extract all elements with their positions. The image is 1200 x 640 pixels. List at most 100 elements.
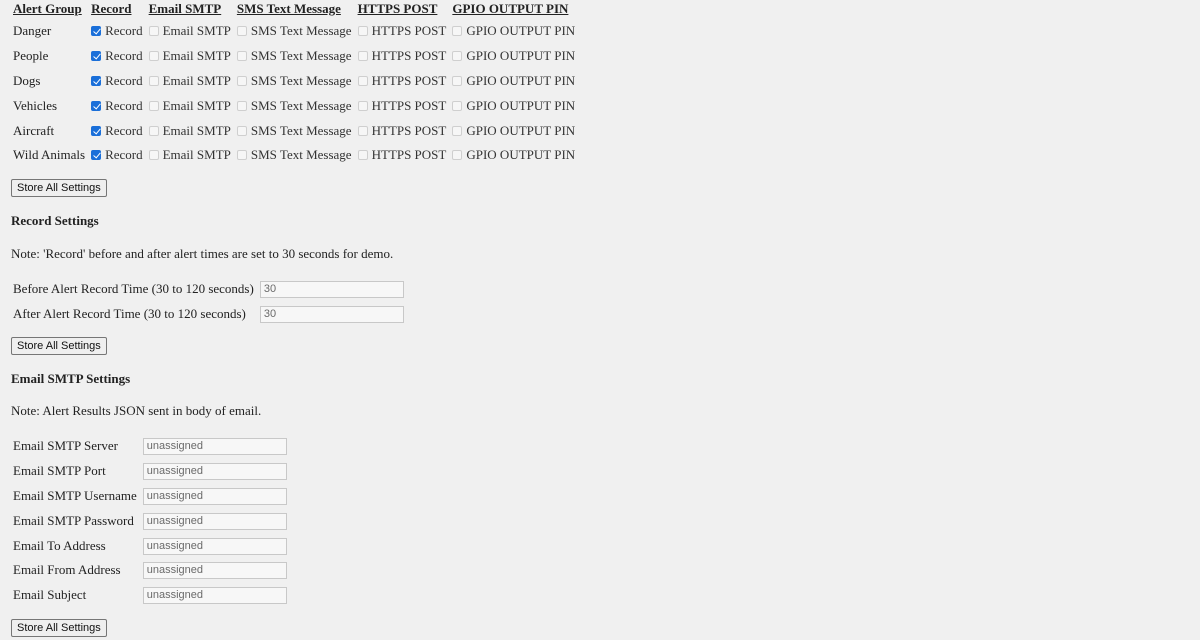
- gpio-checkbox[interactable]: [452, 75, 463, 86]
- email-smtp-label: Email SMTP: [162, 122, 231, 138]
- https-post-label: HTTPS POST: [371, 72, 447, 88]
- https-post-checkbox[interactable]: [357, 150, 368, 161]
- alert-groups-section: Alert Group Record Email SMTP SMS Text M…: [10, 0, 578, 168]
- email-smtp-settings-title: Email SMTP Settings: [11, 371, 131, 386]
- record-label: Record: [105, 147, 143, 163]
- after-alert-record-time-label: After Alert Record Time (30 to 120 secon…: [13, 306, 246, 322]
- https-post-checkbox[interactable]: [357, 75, 368, 86]
- form-row: Email SMTP Server unassigned: [10, 434, 290, 459]
- sms-checkbox[interactable]: [236, 75, 247, 86]
- email-smtp-label: Email SMTP: [162, 147, 231, 163]
- store-settings-row: Store All Settings: [11, 179, 107, 197]
- email-smtp-username-label: Email SMTP Username: [13, 487, 137, 503]
- alert-row: Wild Animals Record Email SMTP SMS Text …: [10, 143, 578, 168]
- email-smtp-checkbox[interactable]: [148, 75, 159, 86]
- store-all-settings-button[interactable]: Store All Settings: [11, 337, 107, 355]
- https-post-checkbox[interactable]: [357, 100, 368, 111]
- header-sms-text-message: SMS Text Message: [236, 1, 341, 16]
- header-https-post: HTTPS POST: [357, 1, 438, 16]
- https-post-checkbox[interactable]: [357, 125, 368, 136]
- store-all-settings-button[interactable]: Store All Settings: [11, 179, 107, 197]
- email-smtp-label: Email SMTP: [162, 23, 231, 39]
- record-checkbox[interactable]: [91, 51, 102, 62]
- email-from-address-input[interactable]: unassigned: [142, 562, 287, 580]
- gpio-checkbox[interactable]: [452, 150, 463, 161]
- sms-label: SMS Text Message: [250, 72, 352, 88]
- alert-group-name: Danger: [13, 23, 52, 39]
- form-row: Email SMTP Port unassigned: [10, 459, 290, 484]
- before-alert-record-time-label: Before Alert Record Time (30 to 120 seco…: [13, 281, 254, 297]
- https-post-label: HTTPS POST: [371, 97, 447, 113]
- before-alert-record-time-input[interactable]: 30: [259, 281, 404, 299]
- email-smtp-settings-form: Email SMTP Server unassigned Email SMTP …: [10, 434, 290, 608]
- email-smtp-server-label: Email SMTP Server: [13, 438, 118, 454]
- gpio-label: GPIO OUTPUT PIN: [466, 48, 576, 64]
- store-all-settings-button[interactable]: Store All Settings: [11, 619, 107, 637]
- email-subject-input[interactable]: unassigned: [142, 587, 287, 605]
- store-settings-row: Store All Settings: [11, 337, 107, 355]
- record-label: Record: [105, 97, 143, 113]
- record-checkbox[interactable]: [91, 75, 102, 86]
- sms-checkbox[interactable]: [236, 26, 247, 37]
- alert-group-name: Dogs: [13, 72, 41, 88]
- https-post-label: HTTPS POST: [371, 147, 447, 163]
- sms-checkbox[interactable]: [236, 100, 247, 111]
- form-row: Before Alert Record Time (30 to 120 seco…: [10, 277, 407, 302]
- alert-groups-table: Alert Group Record Email SMTP SMS Text M…: [10, 0, 578, 168]
- email-smtp-port-input[interactable]: unassigned: [142, 463, 287, 481]
- alert-group-name: People: [13, 48, 49, 64]
- alert-row: Vehicles Record Email SMTP SMS Text Mess…: [10, 93, 578, 118]
- email-smtp-checkbox[interactable]: [148, 26, 159, 37]
- email-smtp-server-input[interactable]: unassigned: [142, 438, 287, 456]
- sms-checkbox[interactable]: [236, 51, 247, 62]
- gpio-checkbox[interactable]: [452, 26, 463, 37]
- gpio-label: GPIO OUTPUT PIN: [466, 72, 576, 88]
- https-post-label: HTTPS POST: [371, 48, 447, 64]
- after-alert-record-time-input[interactable]: 30: [259, 306, 404, 324]
- alert-group-name: Wild Animals: [13, 147, 86, 163]
- email-from-address-label: Email From Address: [13, 562, 121, 578]
- gpio-checkbox[interactable]: [452, 51, 463, 62]
- email-smtp-checkbox[interactable]: [148, 100, 159, 111]
- record-checkbox[interactable]: [91, 26, 102, 37]
- record-label: Record: [105, 23, 143, 39]
- record-checkbox[interactable]: [91, 100, 102, 111]
- alert-table-header: Alert Group Record Email SMTP SMS Text M…: [10, 0, 578, 19]
- email-smtp-username-input[interactable]: unassigned: [142, 487, 287, 505]
- sms-checkbox[interactable]: [236, 125, 247, 136]
- email-smtp-settings-note: Note: Alert Results JSON sent in body of…: [11, 403, 262, 418]
- form-row: Email Subject unassigned: [10, 583, 290, 608]
- https-post-label: HTTPS POST: [371, 122, 447, 138]
- store-settings-row: Store All Settings: [11, 619, 107, 637]
- alert-group-name: Vehicles: [13, 97, 58, 113]
- email-smtp-checkbox[interactable]: [148, 150, 159, 161]
- email-smtp-port-label: Email SMTP Port: [13, 463, 106, 479]
- record-checkbox[interactable]: [91, 125, 102, 136]
- sms-checkbox[interactable]: [236, 150, 247, 161]
- gpio-checkbox[interactable]: [452, 125, 463, 136]
- https-post-checkbox[interactable]: [357, 26, 368, 37]
- record-checkbox[interactable]: [91, 150, 102, 161]
- header-alert-group: Alert Group: [13, 1, 82, 16]
- header-gpio-output-pin: GPIO OUTPUT PIN: [452, 1, 569, 16]
- https-post-checkbox[interactable]: [357, 51, 368, 62]
- record-settings-title: Record Settings: [11, 213, 99, 228]
- alert-row: Aircraft Record Email SMTP SMS Text Mess…: [10, 118, 578, 143]
- gpio-label: GPIO OUTPUT PIN: [466, 97, 576, 113]
- email-smtp-label: Email SMTP: [162, 97, 231, 113]
- alert-group-name: Aircraft: [13, 122, 55, 138]
- form-row: Email SMTP Username unassigned: [10, 484, 290, 509]
- gpio-checkbox[interactable]: [452, 100, 463, 111]
- email-smtp-checkbox[interactable]: [148, 125, 159, 136]
- sms-label: SMS Text Message: [250, 147, 352, 163]
- form-row: Email To Address unassigned: [10, 533, 290, 558]
- gpio-label: GPIO OUTPUT PIN: [466, 147, 576, 163]
- form-row: Email SMTP Password unassigned: [10, 508, 290, 533]
- sms-label: SMS Text Message: [250, 122, 352, 138]
- email-to-address-input[interactable]: unassigned: [142, 537, 287, 555]
- gpio-label: GPIO OUTPUT PIN: [466, 122, 576, 138]
- email-smtp-password-input[interactable]: unassigned: [142, 512, 287, 530]
- email-smtp-checkbox[interactable]: [148, 51, 159, 62]
- email-smtp-label: Email SMTP: [162, 72, 231, 88]
- gpio-label: GPIO OUTPUT PIN: [466, 23, 576, 39]
